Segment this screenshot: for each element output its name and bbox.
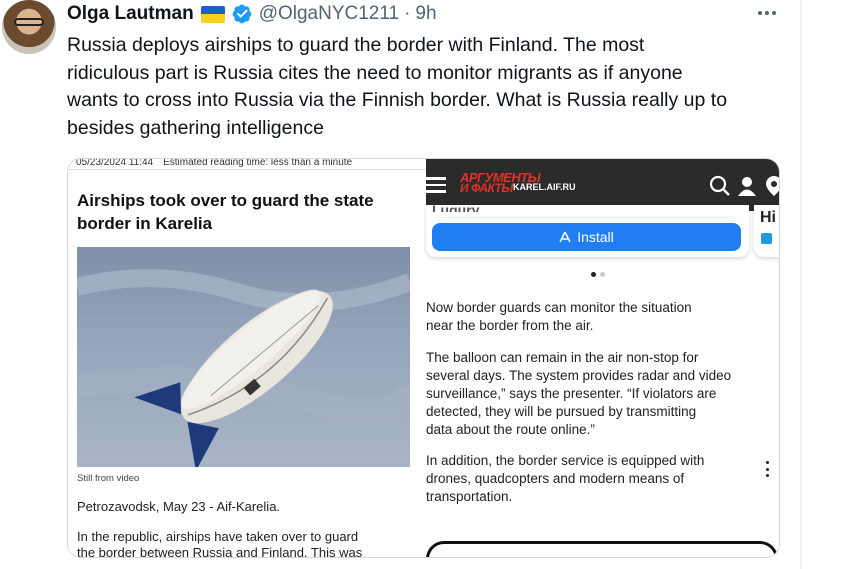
next-card-title: Hi [760, 209, 776, 226]
paragraph-line: transportation. [426, 489, 513, 504]
install-button[interactable]: Install [432, 223, 741, 251]
paragraph-line: near the border from the air. [426, 318, 594, 333]
ukraine-flag-icon [200, 5, 225, 23]
article-body: In the republic, airships have taken ove… [77, 529, 417, 558]
site-name: KAREL.AIF.RU [513, 182, 576, 192]
pager-dot-active [591, 272, 596, 277]
carousel-pager[interactable] [591, 272, 605, 277]
timeline-divider [800, 0, 802, 569]
hamburger-menu-icon [426, 177, 446, 193]
app-paragraph: The balloon can remain in the air non-st… [426, 349, 779, 439]
paragraph-line: The balloon can remain in the air non-st… [426, 350, 699, 365]
tweet-text-line: besides gathering intelligence [67, 116, 324, 139]
article-body-line: In the republic, airships have taken ove… [77, 529, 359, 544]
app-paragraph: Now border guards can monitor the situat… [426, 299, 779, 335]
app-store-icon [559, 231, 571, 243]
reading-time: Estimated reading time: less than a minu… [163, 158, 353, 168]
post-time[interactable]: 9h [415, 3, 436, 25]
paragraph-line: In addition, the border service is equip… [426, 453, 705, 468]
tweet-media[interactable]: 05/23/2024 11:44 Estimated reading time: … [67, 158, 780, 558]
author-name[interactable]: Olga Lautman [67, 3, 194, 25]
paragraph-line: detected, they will be pursued by transm… [426, 404, 697, 419]
article-dateline: Petrozavodsk, May 23 - Aif-Karelia. [77, 499, 281, 514]
app-icon [761, 233, 772, 244]
card-title-peek: Lugury ... ... [432, 202, 511, 212]
kebab-menu-icon [764, 461, 770, 477]
paragraph-line: data about the route online.” [426, 422, 595, 437]
search-icon [709, 175, 730, 196]
aif-app-screenshot: АРГУМЕНТЫ И ФАКТЫ KAREL.AIF.RU Lugury ..… [426, 159, 779, 557]
paragraph-line: surveillance,” says the presenter. “If v… [426, 386, 717, 401]
avatar-glasses [14, 18, 44, 26]
paragraph-line: several days. The system provides radar … [426, 368, 732, 383]
tweet-header: Olga Lautman @OlgaNYC1211 · 9h [67, 2, 437, 26]
author-avatar[interactable] [2, 0, 56, 54]
tweet-text-line: Russia deploys airships to guard the bor… [67, 34, 645, 56]
app-bottom-sheet [426, 541, 778, 557]
more-options-icon[interactable] [753, 0, 781, 26]
article-title: Airships took over to guard the state bo… [77, 189, 417, 235]
article-meta: 05/23/2024 11:44 Estimated reading time: … [76, 158, 353, 168]
app-paragraph: In addition, the border service is equip… [426, 452, 779, 506]
author-handle[interactable]: @OlgaNYC1211 [259, 3, 399, 25]
paragraph-line: drones, quadcopters and modern means of [426, 471, 685, 486]
app-install-card: Lugury ... ... Install [426, 202, 749, 257]
pager-dot [600, 272, 605, 277]
article-title-line: border in Karelia [77, 214, 213, 233]
article-date: 05/23/2024 11:44 [76, 158, 154, 168]
install-label: Install [577, 229, 614, 245]
tweet-text-line: wants to cross into Russia via the Finni… [67, 89, 728, 111]
location-pin-icon [766, 176, 779, 196]
paragraph-line: Now border guards can monitor the situat… [426, 300, 692, 315]
user-icon [738, 177, 756, 196]
separator-dot: · [404, 3, 411, 24]
photo-caption: Still from video [77, 473, 140, 484]
article-title-line: Airships took over to guard the state [77, 191, 374, 210]
divider [68, 169, 426, 170]
next-card-peek: Hi [754, 205, 779, 257]
tweet-text-line: ridiculous part is Russia cites the need… [67, 61, 683, 84]
article-screenshot: 05/23/2024 11:44 Estimated reading time: … [68, 158, 426, 558]
article-body-line: the border between Russia and Finland. T… [77, 545, 363, 558]
verified-badge-icon[interactable] [231, 3, 253, 25]
tweet-text: Russia deploys airships to guard the bor… [67, 32, 787, 142]
aif-logo: АРГУМЕНТЫ И ФАКТЫ KAREL.AIF.RU [460, 170, 576, 195]
airship-photo [77, 247, 410, 467]
